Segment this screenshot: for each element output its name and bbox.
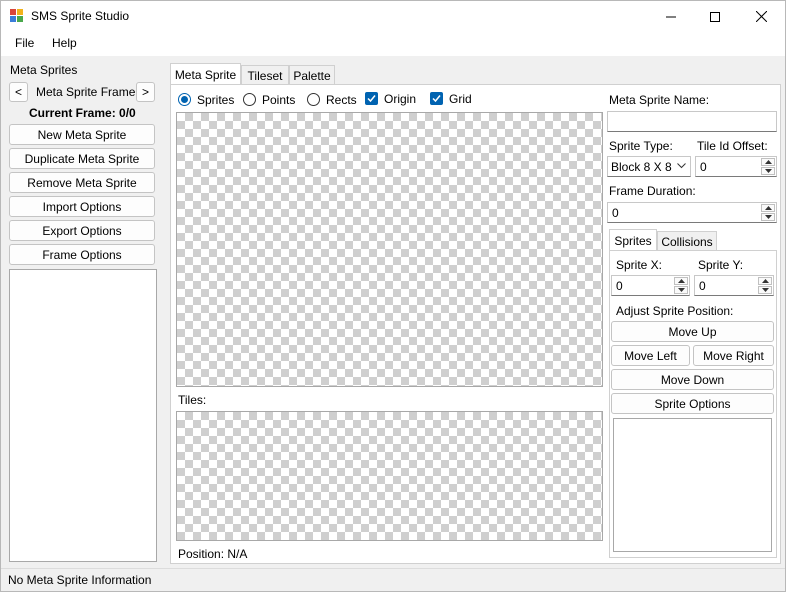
rects-radio-label: Rects bbox=[326, 93, 357, 107]
main-window: SMS Sprite Studio File Help Meta Sprites… bbox=[0, 0, 786, 592]
points-radio[interactable] bbox=[243, 93, 256, 106]
menu-bar: File Help bbox=[1, 32, 785, 56]
sprite-y-stepper[interactable]: 0 bbox=[694, 275, 774, 296]
meta-sprite-frame-label: Meta Sprite Frame bbox=[36, 85, 136, 99]
sprites-radio[interactable] bbox=[178, 93, 191, 106]
meta-sprites-group-title: Meta Sprites bbox=[10, 63, 78, 77]
new-meta-sprite-button[interactable]: New Meta Sprite bbox=[9, 124, 155, 145]
frame-duration-stepper[interactable]: 0 bbox=[607, 202, 777, 223]
tile-id-offset-up-button[interactable] bbox=[761, 158, 775, 166]
sprite-type-value: Block 8 X 8 bbox=[611, 160, 672, 174]
checkmark-icon bbox=[367, 95, 376, 103]
remove-meta-sprite-button[interactable]: Remove Meta Sprite bbox=[9, 172, 155, 193]
export-options-button[interactable]: Export Options bbox=[9, 220, 155, 241]
minimize-icon bbox=[666, 16, 676, 17]
arrow-up-icon bbox=[764, 206, 772, 210]
subtab-collisions[interactable]: Collisions bbox=[657, 231, 717, 251]
sprite-y-value: 0 bbox=[699, 279, 706, 293]
tab-meta-sprite[interactable]: Meta Sprite bbox=[170, 63, 241, 85]
current-frame-label: Current Frame: 0/0 bbox=[29, 106, 136, 120]
tiles-canvas[interactable] bbox=[176, 411, 603, 541]
close-icon bbox=[755, 11, 767, 22]
app-icon bbox=[10, 9, 24, 23]
arrow-up-icon bbox=[761, 279, 769, 283]
arrow-up-icon bbox=[677, 279, 685, 283]
sprite-x-stepper[interactable]: 0 bbox=[611, 275, 690, 296]
tile-id-offset-down-button[interactable] bbox=[761, 167, 775, 175]
duplicate-meta-sprite-button[interactable]: Duplicate Meta Sprite bbox=[9, 148, 155, 169]
window-title: SMS Sprite Studio bbox=[31, 9, 130, 23]
move-right-button[interactable]: Move Right bbox=[693, 345, 774, 366]
arrow-down-icon bbox=[764, 215, 772, 219]
grid-checkbox[interactable] bbox=[430, 92, 443, 105]
sprite-options-button[interactable]: Sprite Options bbox=[611, 393, 774, 414]
sprite-x-up-button[interactable] bbox=[674, 277, 688, 285]
frame-duration-down-button[interactable] bbox=[761, 213, 775, 221]
sprite-y-down-button[interactable] bbox=[758, 286, 772, 294]
frame-duration-value: 0 bbox=[612, 206, 619, 220]
move-down-button[interactable]: Move Down bbox=[611, 369, 774, 390]
tab-palette[interactable]: Palette bbox=[289, 65, 335, 85]
sprite-type-label: Sprite Type: bbox=[609, 139, 673, 153]
origin-checkbox-label: Origin bbox=[384, 92, 417, 106]
arrow-down-icon bbox=[761, 288, 769, 292]
tab-tileset[interactable]: Tileset bbox=[241, 65, 289, 85]
move-left-button[interactable]: Move Left bbox=[611, 345, 690, 366]
sprite-y-label: Sprite Y: bbox=[698, 258, 744, 272]
sprite-list[interactable] bbox=[613, 418, 772, 552]
grid-checkbox-label: Grid bbox=[449, 92, 472, 106]
sprite-type-select[interactable]: Block 8 X 8 bbox=[607, 156, 691, 177]
import-options-button[interactable]: Import Options bbox=[9, 196, 155, 217]
sprite-y-up-button[interactable] bbox=[758, 277, 772, 285]
minimize-button[interactable] bbox=[649, 1, 693, 32]
meta-sprite-name-label: Meta Sprite Name: bbox=[609, 93, 710, 107]
frame-options-button[interactable]: Frame Options bbox=[9, 244, 155, 265]
maximize-button[interactable] bbox=[693, 1, 737, 32]
close-button[interactable] bbox=[739, 1, 783, 32]
meta-sprite-name-input[interactable] bbox=[607, 111, 777, 132]
sprite-x-value: 0 bbox=[616, 279, 623, 293]
move-up-button[interactable]: Move Up bbox=[611, 321, 774, 342]
adjust-sprite-position-label: Adjust Sprite Position: bbox=[616, 304, 734, 318]
sprite-x-label: Sprite X: bbox=[616, 258, 663, 272]
arrow-down-icon bbox=[677, 288, 685, 292]
next-frame-button[interactable]: > bbox=[136, 82, 155, 102]
position-readout: Position: N/A bbox=[178, 547, 248, 561]
chevron-down-icon bbox=[677, 163, 686, 169]
tiles-label: Tiles: bbox=[178, 393, 207, 407]
sprites-radio-label: Sprites bbox=[197, 93, 235, 107]
rects-radio[interactable] bbox=[307, 93, 320, 106]
title-bar[interactable]: SMS Sprite Studio bbox=[1, 1, 785, 32]
origin-checkbox[interactable] bbox=[365, 92, 378, 105]
meta-sprite-canvas[interactable] bbox=[176, 112, 603, 387]
tile-id-offset-stepper[interactable]: 0 bbox=[695, 156, 777, 177]
tile-id-offset-value: 0 bbox=[700, 160, 707, 174]
maximize-icon bbox=[710, 11, 720, 22]
frame-duration-label: Frame Duration: bbox=[609, 184, 696, 198]
checkmark-icon bbox=[432, 95, 441, 103]
frame-duration-up-button[interactable] bbox=[761, 204, 775, 212]
menu-help[interactable]: Help bbox=[52, 36, 77, 50]
prev-frame-button[interactable]: < bbox=[9, 82, 28, 102]
menu-file[interactable]: File bbox=[15, 36, 34, 50]
status-bar: No Meta Sprite Information bbox=[1, 568, 785, 591]
sprite-x-down-button[interactable] bbox=[674, 286, 688, 294]
points-radio-label: Points bbox=[262, 93, 296, 107]
subtab-sprites[interactable]: Sprites bbox=[609, 229, 657, 251]
tile-id-offset-label: Tile Id Offset: bbox=[697, 139, 768, 153]
status-text: No Meta Sprite Information bbox=[8, 573, 152, 587]
arrow-down-icon bbox=[764, 169, 772, 173]
meta-sprite-list[interactable] bbox=[9, 269, 157, 562]
arrow-up-icon bbox=[764, 160, 772, 164]
